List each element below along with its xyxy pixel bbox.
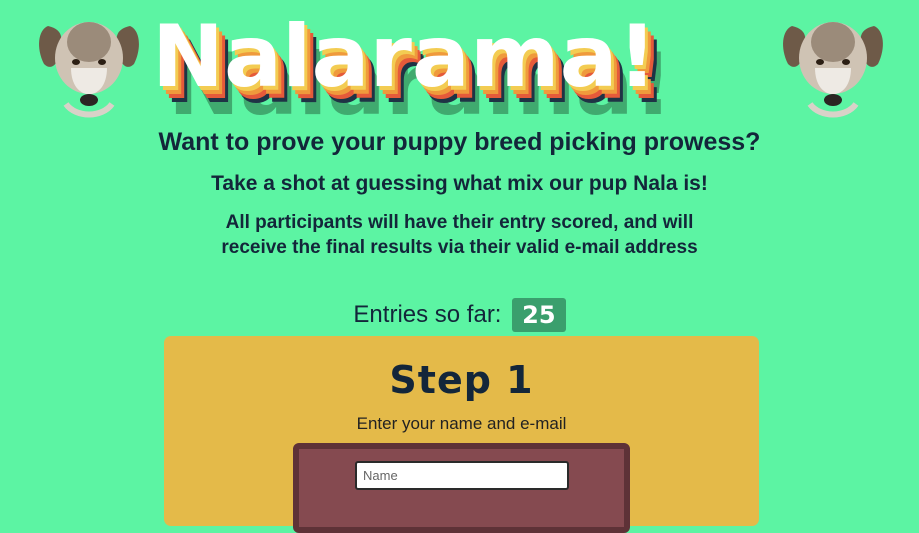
participation-note: All participants will have their entry s… — [221, 212, 698, 258]
puppy-image-right — [780, 8, 886, 120]
subheadline: Take a shot at guessing what mix our pup… — [211, 172, 708, 195]
title-text: Nalarama! — [152, 7, 657, 107]
step-title: Step 1 — [389, 358, 534, 402]
name-input[interactable] — [355, 461, 569, 490]
puppy-image-left — [36, 8, 142, 120]
page-header: Nalarama! Nalarama! Nalarama! Nalarama! … — [0, 0, 919, 135]
step-instruction: Enter your name and e-mail — [356, 414, 567, 433]
step-1-card: Step 1 Enter your name and e-mail — [164, 336, 759, 533]
entries-counter: Entries so far: 25 — [0, 298, 919, 332]
site-title: Nalarama! Nalarama! Nalarama! Nalarama! … — [150, 6, 780, 135]
headline: Want to prove your puppy breed picking p… — [158, 128, 761, 156]
entries-count-badge: 25 — [512, 298, 566, 332]
entries-label: Entries so far: — [353, 301, 502, 328]
contact-form-panel — [293, 443, 630, 533]
